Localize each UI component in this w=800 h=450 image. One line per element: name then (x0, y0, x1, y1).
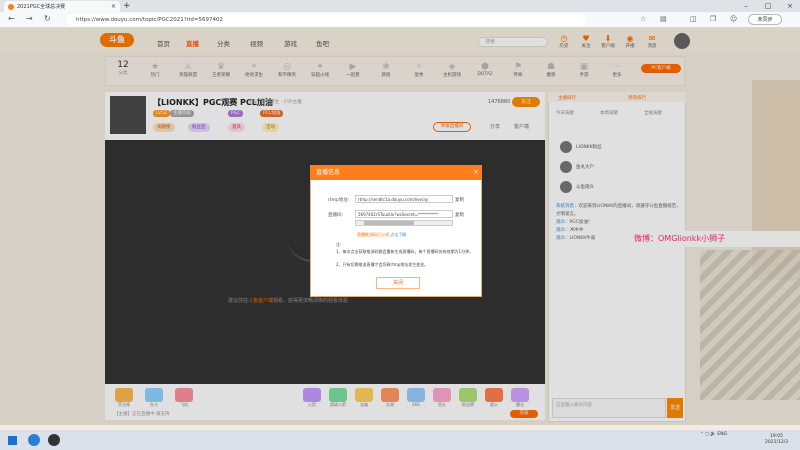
extensions-icon[interactable]: ◫ (690, 15, 697, 23)
sync-button[interactable]: 未同步 (748, 14, 782, 25)
browser-tab[interactable]: 2021PGC全球总决赛 × (4, 1, 120, 12)
clock-date: 2021/12/3 (765, 440, 789, 445)
stream-code-note: 直播推流码已上线 点击了解 (357, 232, 406, 238)
stream-code-label: 直播码: (328, 213, 344, 218)
windows-start-icon[interactable] (8, 436, 17, 445)
rtmp-label: rtmp地址: (328, 198, 350, 203)
close-tab-icon[interactable]: × (111, 3, 116, 10)
learn-more-link[interactable]: 点击了解 (390, 232, 406, 237)
language-indicator[interactable]: ENG (717, 432, 727, 437)
tip-2: 2、只有切换推流直播才会导致rtmp地址发生变化。 (336, 262, 429, 267)
modal-close-button[interactable]: 关闭 (376, 277, 420, 289)
copy-rtmp-button[interactable]: 复制 (455, 197, 464, 203)
browser-tab-bar (0, 0, 800, 12)
system-tray: ⌃ ◻ 🔊 ENG (700, 432, 728, 437)
rtmp-field[interactable]: rtmp://sendtc1a.douyu.com/live/ay (355, 195, 453, 203)
tip-1: 1、每次点击获取推流码都会重新生成直播码，每个直播码仅有效期为1分钟。 (336, 249, 474, 254)
clock[interactable]: 19:05 2021/12/3 (765, 434, 788, 446)
windows-taskbar (0, 430, 800, 450)
modal-title: 直播信息 (310, 165, 482, 180)
favorites-icon[interactable]: ☆ (640, 15, 646, 23)
tips-title: 注: (336, 242, 342, 247)
copy-code-button[interactable]: 复制 (455, 212, 464, 218)
site-favicon-icon (8, 3, 14, 10)
modal-close-icon[interactable]: × (470, 165, 482, 180)
tab-title: 2021PGC全球总决赛 (17, 4, 66, 10)
minimize-icon[interactable]: – (736, 0, 756, 12)
note-text: 直播推流码已上线 (357, 232, 389, 237)
address-bar[interactable]: https://www.douyu.com/topic/PGC2021?rid=… (66, 14, 586, 26)
back-icon[interactable]: ← (8, 14, 15, 23)
edge-app-icon[interactable] (28, 434, 40, 446)
new-tab-icon[interactable]: + (123, 1, 131, 11)
refresh-icon[interactable]: ↻ (44, 14, 51, 23)
obs-app-icon[interactable] (48, 434, 60, 446)
profile-icon[interactable]: ☺ (730, 15, 737, 23)
stream-code-scrollbar[interactable] (355, 220, 453, 226)
stream-code-field[interactable]: 5697402rSTuuzUo?wsSecret=********** (355, 210, 453, 218)
forward-icon[interactable]: → (26, 14, 33, 23)
close-window-icon[interactable]: × (780, 0, 800, 12)
maximize-icon[interactable]: □ (758, 0, 778, 12)
scroll-thumb[interactable] (364, 221, 414, 225)
clock-time: 19:05 (770, 434, 784, 439)
collections-icon[interactable]: ❐ (710, 15, 716, 23)
reading-icon[interactable]: ▤ (660, 15, 667, 23)
